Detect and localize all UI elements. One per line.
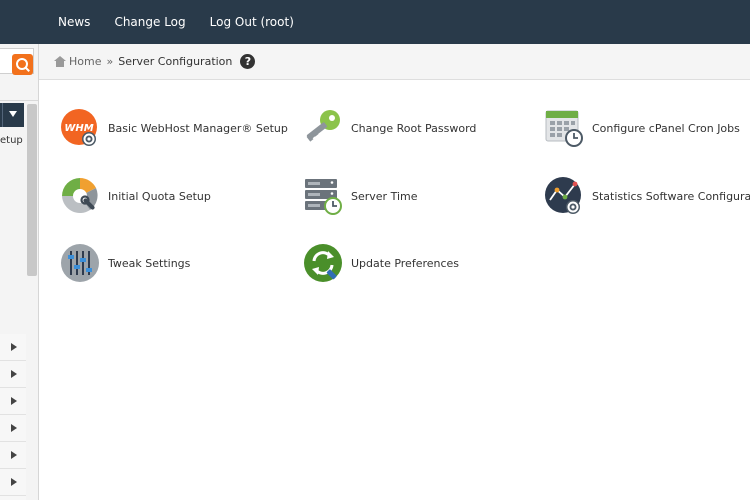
caret-right-icon: [11, 451, 17, 459]
change-log-link[interactable]: Change Log: [114, 15, 185, 29]
sliders-icon: [61, 244, 99, 282]
tool-basic-whm-setup[interactable]: WHM Basic WebHost Manager® Setup: [60, 107, 288, 149]
sidebar: etup: [0, 44, 39, 500]
logout-link[interactable]: Log Out (root): [210, 15, 294, 29]
tool-label: Configure cPanel Cron Jobs: [592, 121, 740, 135]
tool-update-preferences[interactable]: Update Preferences: [303, 242, 459, 284]
top-nav-bar: News Change Log Log Out (root): [0, 0, 750, 44]
news-link[interactable]: News: [58, 15, 90, 29]
caret-down-icon: [9, 111, 17, 117]
sidebar-search-input[interactable]: [0, 48, 34, 75]
tool-label: Statistics Software Configuration: [592, 189, 750, 203]
breadcrumb-home-link[interactable]: Home: [69, 55, 101, 68]
sidebar-category-row[interactable]: [0, 496, 26, 500]
breadcrumb-separator: »: [106, 55, 114, 68]
breadcrumb: Home » Server Configuration ?: [39, 44, 750, 80]
tool-tweak-settings[interactable]: Tweak Settings: [60, 242, 190, 284]
sidebar-active-item-label[interactable]: etup: [0, 135, 23, 146]
page-title: Server Configuration: [118, 55, 233, 68]
tool-server-time[interactable]: Server Time: [303, 175, 418, 217]
pie-chart-wrench-icon: [62, 178, 98, 214]
tool-change-root-password[interactable]: Change Root Password: [303, 107, 476, 149]
sidebar-favorites-strip[interactable]: [0, 81, 38, 101]
sidebar-category-list: [0, 334, 26, 500]
calendar-clock-icon: [545, 110, 583, 147]
tool-label: Initial Quota Setup: [108, 189, 211, 203]
whm-logo-gear-icon: WHM: [61, 109, 97, 146]
caret-right-icon: [11, 370, 17, 378]
sidebar-category-row[interactable]: [0, 334, 26, 361]
tool-label: Tweak Settings: [108, 256, 191, 270]
tool-initial-quota-setup[interactable]: Initial Quota Setup: [60, 175, 211, 217]
tool-label: Server Time: [351, 189, 418, 203]
server-clock-icon: [305, 179, 342, 215]
caret-right-icon: [11, 397, 17, 405]
key-icon: [306, 110, 340, 142]
tool-grid: WHM Basic WebHost Manager® Setup Change …: [39, 81, 750, 500]
caret-right-icon: [11, 478, 17, 486]
sidebar-category-row[interactable]: [0, 415, 26, 442]
sidebar-category-toggle[interactable]: [2, 103, 24, 127]
graph-gear-icon: [545, 177, 581, 214]
sidebar-category-row[interactable]: [0, 442, 26, 469]
sidebar-scrollbar[interactable]: [27, 104, 37, 276]
caret-right-icon: [11, 424, 17, 432]
tool-label: Change Root Password: [351, 121, 477, 135]
help-icon[interactable]: ?: [240, 54, 256, 69]
search-button[interactable]: [12, 54, 33, 75]
caret-right-icon: [11, 343, 17, 351]
sidebar-category-row[interactable]: [0, 361, 26, 388]
tool-label: Update Preferences: [351, 256, 460, 270]
tool-configure-cron-jobs[interactable]: Configure cPanel Cron Jobs: [544, 107, 740, 149]
home-icon[interactable]: [54, 56, 66, 67]
sidebar-category-row[interactable]: [0, 469, 26, 496]
sidebar-category-row[interactable]: [0, 388, 26, 415]
tool-label: Basic WebHost Manager® Setup: [108, 121, 288, 135]
top-nav: News Change Log Log Out (root): [58, 0, 318, 44]
tool-statistics-software-configuration[interactable]: Statistics Software Configuration: [544, 175, 750, 217]
refresh-update-icon: [304, 244, 342, 282]
